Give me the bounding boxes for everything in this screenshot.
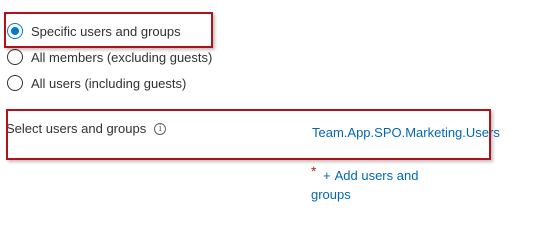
add-link-text-line1: Add users and [334, 168, 419, 183]
radio-button[interactable] [7, 75, 23, 91]
add-users-and-groups-link[interactable]: + Add users and groups [311, 166, 441, 204]
radio-specific-users-and-groups[interactable]: Specific users and groups [7, 21, 181, 41]
radio-label: Specific users and groups [31, 23, 181, 39]
info-icon[interactable]: i [154, 122, 167, 135]
radio-dot [11, 27, 19, 35]
selected-group-link[interactable]: Team.App.SPO.Marketing.Users [312, 125, 500, 140]
radio-all-users[interactable]: All users (including guests) [7, 73, 186, 93]
radio-button-checked[interactable] [7, 23, 23, 39]
add-link-text-line2: groups [311, 187, 351, 202]
radio-label: All members (excluding guests) [31, 49, 213, 65]
field-label-text: Select users and groups [6, 121, 147, 136]
plus-icon: + [323, 168, 331, 183]
radio-label: All users (including guests) [31, 75, 187, 91]
radio-all-members[interactable]: All members (excluding guests) [7, 47, 212, 67]
radio-button[interactable] [7, 49, 23, 65]
select-users-groups-label: Select users and groups i [6, 121, 167, 136]
